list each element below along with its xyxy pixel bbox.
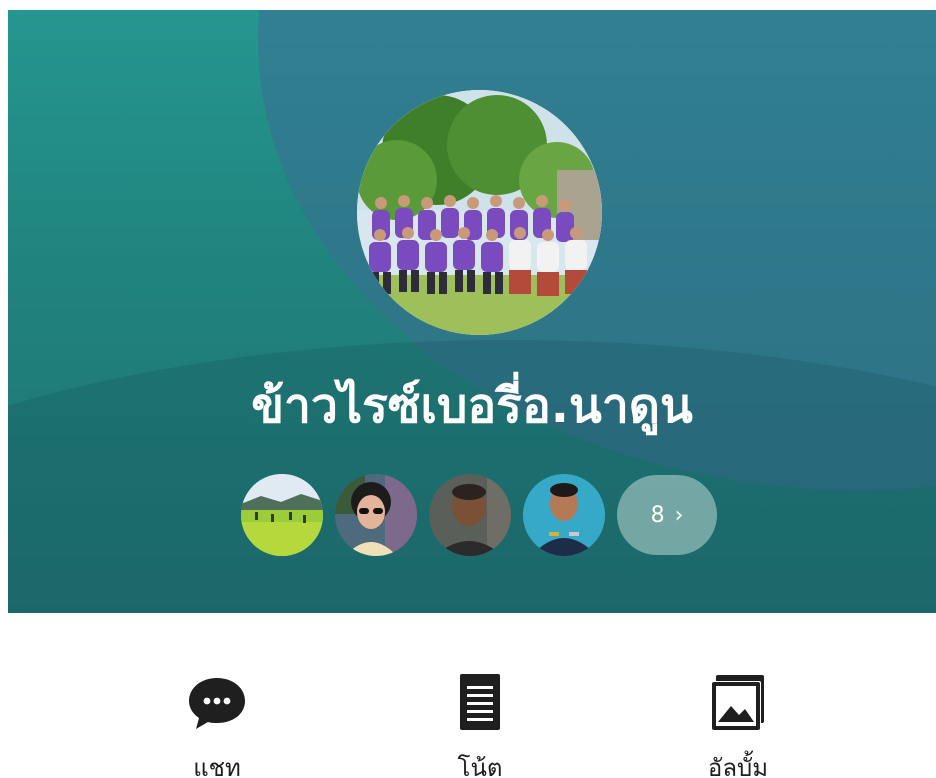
more-members-count: 8 bbox=[650, 502, 665, 528]
group-photo-image bbox=[357, 90, 602, 335]
rice-field-image bbox=[241, 474, 323, 556]
member-avatar-man[interactable] bbox=[429, 474, 511, 556]
chevron-right-icon: › bbox=[674, 502, 684, 528]
group-name-title: ข้าวไรซ์เบอรี่อ.นาดูน bbox=[251, 378, 693, 434]
group-profile-screen: ข้าวไรซ์เบอรี่อ.นาดูน 8 › แชท โน้ต อัลบั… bbox=[0, 0, 936, 778]
group-cover: ข้าวไรซ์เบอรี่อ.นาดูน 8 › bbox=[8, 10, 936, 613]
more-members-button[interactable]: 8 › bbox=[617, 475, 717, 555]
group-profile-photo[interactable] bbox=[357, 90, 602, 335]
notes-button[interactable]: โน้ต bbox=[420, 672, 540, 778]
chat-bubble-icon bbox=[189, 678, 245, 729]
chat-button[interactable]: แชท bbox=[157, 672, 277, 778]
chat-label: แชท bbox=[193, 754, 241, 778]
member-avatar-rice-field[interactable] bbox=[241, 474, 323, 556]
album-button[interactable]: อัลบั้ม bbox=[678, 672, 798, 778]
album-photos-icon bbox=[711, 675, 764, 731]
note-document-icon bbox=[460, 674, 500, 730]
woman-sunglasses-image bbox=[335, 474, 417, 556]
notes-label: โน้ต bbox=[457, 754, 503, 778]
member-avatar-officer[interactable] bbox=[523, 474, 605, 556]
action-bar: แชท โน้ต อัลบั้ม bbox=[0, 672, 936, 778]
album-label: อัลบั้ม bbox=[707, 754, 769, 778]
man-portrait-image bbox=[429, 474, 511, 556]
member-avatar-woman[interactable] bbox=[335, 474, 417, 556]
officer-uniform-image bbox=[523, 474, 605, 556]
member-avatars-row[interactable]: 8 › bbox=[241, 473, 717, 557]
